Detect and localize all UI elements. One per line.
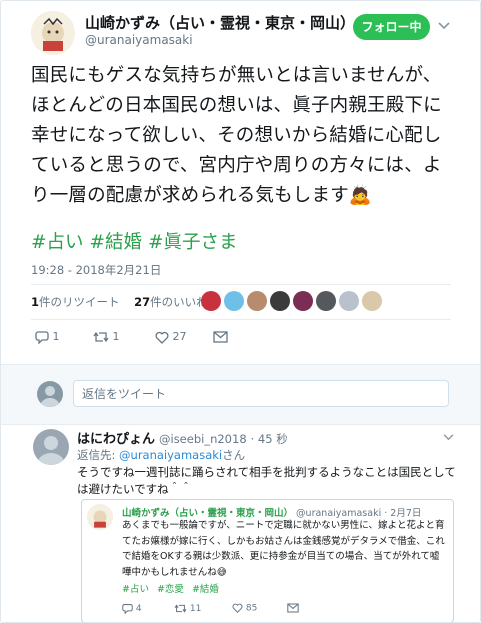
heart-icon bbox=[155, 330, 169, 344]
reply-composer: 返信をツイート bbox=[1, 364, 480, 425]
author-avatar[interactable] bbox=[31, 11, 75, 55]
retweet-button[interactable]: 1 bbox=[93, 330, 120, 344]
hashtag-link[interactable]: #結婚 bbox=[90, 232, 143, 253]
reply-author-avatar[interactable] bbox=[33, 429, 69, 465]
tweet-card: 山崎かずみ（占い・霊視・東京・岡山） @uranaiyamasaki フォロー中… bbox=[0, 0, 481, 623]
tweet-stats: 1件のリツイート 27件のいいね bbox=[31, 294, 208, 310]
liker-avatar[interactable] bbox=[270, 291, 290, 311]
hashtag-link[interactable]: #結婚 bbox=[192, 584, 219, 595]
hashtag-link[interactable]: #占い bbox=[122, 584, 149, 595]
reply-to-link[interactable]: @uranaiyamasaki bbox=[119, 448, 222, 462]
hashtag-link[interactable]: #占い bbox=[31, 232, 84, 253]
hashtag-link[interactable]: #恋愛 bbox=[157, 584, 184, 595]
like-button[interactable]: 27 bbox=[155, 330, 187, 344]
direct-message-button[interactable] bbox=[213, 330, 228, 343]
author-name[interactable]: 山崎かずみ（占い・霊視・東京・岡山） bbox=[85, 12, 355, 33]
retweet-icon bbox=[174, 604, 187, 614]
quoted-author: 山崎かずみ（占い・霊視・東京・岡山） @uranaiyamasaki · 2月7… bbox=[122, 508, 422, 519]
reply-icon bbox=[35, 330, 49, 345]
divider bbox=[31, 284, 451, 285]
quoted-dm-button[interactable] bbox=[287, 603, 299, 614]
retweet-icon bbox=[93, 330, 109, 343]
tweet-timestamp[interactable]: 19:28 - 2018年2月21日 bbox=[31, 262, 161, 278]
quoted-tweet[interactable]: 山崎かずみ（占い・霊視・東京・岡山） @uranaiyamasaki · 2月7… bbox=[81, 499, 454, 622]
liker-avatar[interactable] bbox=[293, 291, 313, 311]
quoted-hashtags: #占い #恋愛 #結婚 bbox=[122, 581, 227, 595]
quoted-reply-button[interactable]: 4 bbox=[122, 603, 142, 615]
reply-to-line: 返信先: @uranaiyamasakiさん bbox=[77, 448, 246, 462]
tweet-text: 国民にもゲスな気持ちが無いとは言いませんが、ほとんどの日本国民の想いは、眞子内親… bbox=[31, 65, 442, 206]
chevron-down-icon[interactable] bbox=[438, 19, 450, 33]
reply-icon bbox=[122, 604, 133, 615]
liker-avatar[interactable] bbox=[339, 291, 359, 311]
liker-avatar[interactable] bbox=[224, 291, 244, 311]
reply-input[interactable]: 返信をツイート bbox=[73, 380, 449, 407]
liker-avatar[interactable] bbox=[316, 291, 336, 311]
liker-avatar[interactable] bbox=[201, 291, 221, 311]
retweets-stat[interactable]: 1件のリツイート bbox=[31, 295, 120, 309]
liker-avatar[interactable] bbox=[362, 291, 382, 311]
divider bbox=[31, 319, 451, 320]
mail-icon bbox=[287, 603, 299, 614]
chevron-down-icon[interactable] bbox=[443, 431, 454, 444]
quoted-retweet-button[interactable]: 11 bbox=[174, 603, 201, 614]
heart-icon bbox=[232, 603, 243, 614]
tweet-hashtags: #占い #結婚 #眞子さま bbox=[31, 228, 244, 254]
quoted-author-avatar bbox=[87, 504, 113, 530]
mail-icon bbox=[213, 330, 228, 343]
reply-button[interactable]: 1 bbox=[35, 330, 60, 345]
follow-button[interactable]: フォロー中 bbox=[353, 14, 430, 40]
author-handle[interactable]: @uranaiyamasaki bbox=[85, 33, 193, 47]
reply-text: そうですね一週刊誌に踊らされて相手を批判するようなことは国民としては避けたいです… bbox=[77, 465, 456, 496]
quoted-like-button[interactable]: 85 bbox=[232, 603, 257, 614]
likes-stat[interactable]: 27件のいいね bbox=[134, 295, 208, 309]
hashtag-link[interactable]: #眞子さま bbox=[148, 232, 238, 253]
current-user-avatar bbox=[37, 381, 63, 407]
reply-author[interactable]: はにわぴょん @iseebi_n2018 · 45 秒 bbox=[77, 428, 288, 447]
quoted-text: あくまでも一般論ですが、ニートで定職に就かない男性に、嫁よと花よと育てたお嬢様が… bbox=[122, 520, 445, 578]
liker-avatar[interactable] bbox=[247, 291, 267, 311]
